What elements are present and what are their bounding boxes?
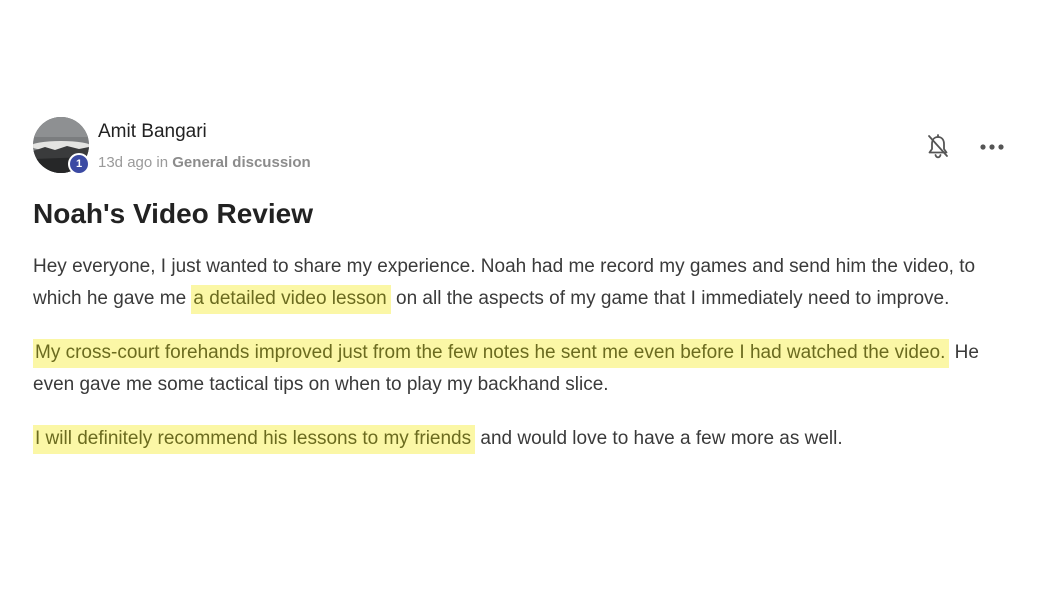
more-dots-icon[interactable]	[978, 135, 1006, 159]
post-meta: 13d ago in General discussion	[98, 154, 311, 171]
post-title: Noah's Video Review	[33, 198, 314, 229]
bell-off-icon[interactable]	[926, 134, 950, 160]
meta-in-text: in	[156, 154, 169, 171]
paragraph-3: I will definitely recommend his lessons …	[33, 423, 1018, 455]
category-link[interactable]: General discussion	[172, 154, 310, 171]
forum-post: 1 Amit Bangari 13d ago in General discus…	[33, 117, 1013, 454]
highlighted-text: a detailed video lesson	[191, 285, 391, 314]
highlighted-text: I will definitely recommend his lessons …	[33, 425, 476, 454]
author-avatar-wrap[interactable]: 1	[33, 117, 90, 175]
paragraph-1: Hey everyone, I just wanted to share my …	[33, 251, 1018, 315]
post-time: 13d ago	[98, 154, 153, 171]
paragraph-3-text-end: and would love to have a few more as wel…	[475, 428, 843, 449]
highlighted-text: My cross-court forehands improved just f…	[33, 339, 950, 368]
post-body: Hey everyone, I just wanted to share my …	[33, 251, 1018, 477]
paragraph-2: My cross-court forehands improved just f…	[33, 337, 1018, 401]
rank-badge: 1	[68, 153, 90, 175]
author-name[interactable]: Amit Bangari	[98, 121, 207, 143]
post-header: 1 Amit Bangari 13d ago in General discus…	[33, 117, 1013, 177]
paragraph-1-text-end: on all the aspects of my game that I imm…	[390, 288, 950, 309]
